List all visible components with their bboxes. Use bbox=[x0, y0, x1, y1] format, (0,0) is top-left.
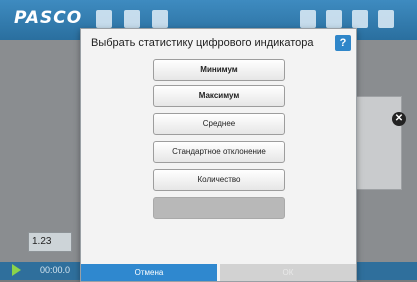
sensor-icon[interactable] bbox=[326, 10, 342, 28]
option-average[interactable]: Среднее bbox=[153, 113, 285, 135]
option-count[interactable]: Количество bbox=[153, 169, 285, 191]
cancel-button[interactable]: Отмена bbox=[81, 264, 217, 281]
settings-icon[interactable] bbox=[352, 10, 368, 28]
ok-button[interactable]: ОК bbox=[220, 264, 356, 281]
option-std-dev[interactable]: Стандартное отклонение bbox=[153, 141, 285, 163]
timer: 00:00.0 bbox=[40, 265, 71, 275]
help-button[interactable]: ? bbox=[335, 35, 351, 51]
tools-icon[interactable] bbox=[300, 10, 316, 28]
digit-display[interactable]: 1.23 Σ bbox=[28, 232, 96, 252]
option-minimum[interactable]: Минимум bbox=[153, 59, 285, 81]
dialog-title: Выбрать статистику цифрового индикатора bbox=[91, 37, 314, 49]
option-disabled bbox=[153, 197, 285, 219]
home-icon[interactable] bbox=[96, 10, 112, 28]
camera-icon[interactable] bbox=[378, 10, 394, 28]
document-icon[interactable] bbox=[124, 10, 140, 28]
option-maximum[interactable]: Максимум bbox=[153, 85, 285, 107]
brand-logo: PASCO bbox=[14, 8, 83, 28]
play-icon[interactable] bbox=[12, 264, 21, 276]
close-icon[interactable]: ✕ bbox=[392, 112, 406, 126]
side-panel bbox=[356, 96, 402, 190]
statistics-dialog: Выбрать статистику цифрового индикатора … bbox=[80, 28, 357, 282]
digit-value: 1.23 bbox=[32, 236, 52, 247]
save-icon[interactable] bbox=[152, 10, 168, 28]
